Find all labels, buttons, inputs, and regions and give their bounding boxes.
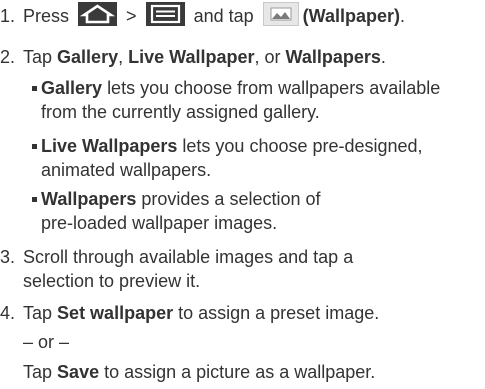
step-1-separator: > [126, 6, 137, 26]
step-4-set-wallpaper: Set wallpaper [57, 303, 174, 323]
or-divider: – or – [23, 332, 70, 352]
step-number: 3. [0, 247, 16, 267]
step-2-gallery: Gallery [57, 47, 119, 67]
step-2-prefix: Tap [23, 47, 53, 67]
step-1-bold-label: (Wallpaper) [302, 6, 401, 26]
final-instruction: Tap Save to assign a picture as a wallpa… [23, 360, 485, 384]
bullet-wallpapers-line2: pre-loaded wallpaper images. [41, 213, 278, 233]
step-1-text-before: Press [23, 6, 70, 26]
final-prefix: Tap [23, 362, 53, 382]
bullet-live-label: Live Wallpapers [41, 136, 178, 156]
step-3-text: Scroll through available images and tap … [23, 245, 485, 293]
bullet-gallery-line2: from the currently assigned gallery. [41, 102, 320, 122]
step-4-suffix: to assign a preset image. [178, 303, 380, 323]
bullet-wallpapers-text: Wallpapers provides a selection of pre-l… [41, 187, 485, 235]
menu-icon [145, 2, 185, 27]
bullet-gallery-label: Gallery [41, 78, 103, 98]
bullet-live-text: Live Wallpapers lets you choose pre-desi… [41, 134, 485, 182]
step-number: 1. [0, 6, 16, 26]
bullet-gallery-line1: lets you choose from wallpapers availabl… [107, 78, 441, 98]
home-icon [78, 2, 118, 27]
step-2-or: , or [254, 47, 281, 67]
bullet-live-line1: lets you choose pre-designed, [182, 136, 423, 156]
step-4-text: Tap Set wallpaper to assign a preset ima… [23, 301, 485, 325]
step-1-end: . [400, 6, 406, 26]
step-2-end: . [380, 47, 386, 67]
step-1-text-mid: and tap [193, 6, 254, 26]
wallpaper-icon [262, 2, 299, 27]
step-3-line1: Scroll through available images and tap … [23, 247, 354, 267]
final-save: Save [57, 362, 100, 382]
bullet-wallpapers-label: Wallpapers [41, 189, 137, 209]
step-number: 4. [0, 303, 16, 323]
bullet-gallery-text: Gallery lets you choose from wallpapers … [41, 76, 485, 124]
step-1-text: Press > and tap (Wallpaper). [23, 2, 485, 28]
step-2-comma: , [118, 47, 124, 67]
final-suffix: to assign a picture as a wallpaper. [104, 362, 376, 382]
bullet-live-line2: animated wallpapers. [41, 160, 212, 180]
step-number: 2. [0, 47, 16, 67]
bullet-wallpapers-line1: provides a selection of [141, 189, 321, 209]
step-2-text: Tap Gallery, Live Wallpaper, or Wallpape… [23, 45, 485, 69]
step-3-line2: selection to preview it. [23, 271, 201, 291]
step-2-wallpapers: Wallpapers [285, 47, 381, 67]
step-4-prefix: Tap [23, 303, 53, 323]
step-2-live-wallpaper: Live Wallpaper [128, 47, 255, 67]
